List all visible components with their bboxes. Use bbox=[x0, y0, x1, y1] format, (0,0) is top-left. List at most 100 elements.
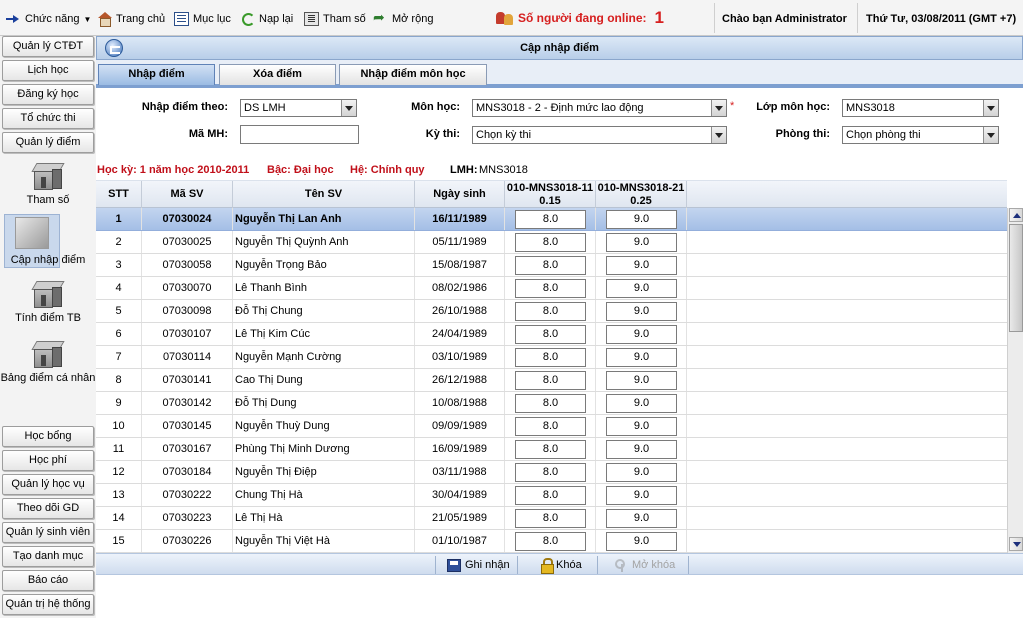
tab-nhap-diem-mon-hoc[interactable]: Nhập điểm môn học bbox=[339, 64, 487, 85]
score-input[interactable]: 9.0 bbox=[606, 440, 677, 459]
score-input[interactable]: 8.0 bbox=[515, 348, 586, 367]
save-button[interactable]: Ghi nhận bbox=[447, 556, 510, 574]
score-input[interactable]: 9.0 bbox=[606, 302, 677, 321]
score-input[interactable]: 8.0 bbox=[515, 210, 586, 229]
score-input[interactable]: 9.0 bbox=[606, 417, 677, 436]
tab-xoa-diem[interactable]: Xóa điểm bbox=[219, 64, 336, 85]
sidebar-item-hoc-phi[interactable]: Học phí bbox=[2, 450, 94, 471]
score-input[interactable]: 9.0 bbox=[606, 348, 677, 367]
nav-bang-diem-ca-nhan[interactable]: Bảng điểm cá nhân bbox=[0, 338, 96, 400]
table-row[interactable]: 7 07030114 Nguyễn Mạnh Cường 03/10/1989 8.0 9… bbox=[96, 346, 1007, 369]
sidebar-item-quan-tri-he-thong[interactable]: Quản trị hệ thống bbox=[2, 594, 94, 615]
scroll-down-icon[interactable] bbox=[1009, 537, 1023, 551]
cell-stt: 1 bbox=[96, 208, 142, 230]
table-row[interactable]: 13 07030222 Chung Thị Hà 30/04/1989 8.0 9.0 bbox=[96, 484, 1007, 507]
table-row[interactable]: 8 07030141 Cao Thị Dung 26/12/1988 8.0 9.0 bbox=[96, 369, 1007, 392]
score-input[interactable]: 8.0 bbox=[515, 417, 586, 436]
score-input[interactable]: 8.0 bbox=[515, 371, 586, 390]
sidebar-item-tao-danh-muc[interactable]: Tạo danh mục bbox=[2, 546, 94, 567]
scroll-up-icon[interactable] bbox=[1009, 208, 1023, 222]
home-icon bbox=[97, 12, 112, 27]
score-input[interactable]: 9.0 bbox=[606, 256, 677, 275]
sidebar-item-theo-doi-gd[interactable]: Theo dõi GD bbox=[2, 498, 94, 519]
score-input[interactable]: 8.0 bbox=[515, 440, 586, 459]
score-input[interactable]: 8.0 bbox=[515, 509, 586, 528]
vertical-scrollbar[interactable] bbox=[1007, 208, 1023, 553]
expand-button[interactable]: Mở rộng bbox=[373, 9, 433, 27]
nhap-diem-theo-select[interactable]: DS LMH bbox=[240, 99, 357, 117]
table-row[interactable]: 6 07030107 Lê Thị Kim Cúc 24/04/1989 8.0 9.0 bbox=[96, 323, 1007, 346]
lock-button[interactable]: Khóa bbox=[541, 556, 582, 574]
col-diem-2[interactable]: 010-MNS3018-21 0.25 bbox=[596, 181, 687, 208]
table-row[interactable]: 11 07030167 Phùng Thị Minh Dương 16/09/1989… bbox=[96, 438, 1007, 461]
nav-tham-so[interactable]: Tham số bbox=[0, 160, 96, 208]
nav-tinh-diem-tb[interactable]: Tính điểm TB bbox=[0, 278, 96, 326]
score-input[interactable]: 8.0 bbox=[515, 325, 586, 344]
score-input[interactable]: 8.0 bbox=[515, 394, 586, 413]
score-input[interactable]: 8.0 bbox=[515, 532, 586, 551]
score-input[interactable]: 9.0 bbox=[606, 532, 677, 551]
score-input[interactable]: 9.0 bbox=[606, 486, 677, 505]
score-input[interactable]: 8.0 bbox=[515, 486, 586, 505]
score-input[interactable]: 8.0 bbox=[515, 463, 586, 482]
nav-cap-nhap-diem-caption[interactable]: Cập nhập điểm bbox=[0, 254, 96, 268]
score-input[interactable]: 9.0 bbox=[606, 371, 677, 390]
back-circle-icon[interactable] bbox=[105, 39, 123, 57]
cell-diem-2: 9.0 bbox=[596, 392, 687, 414]
sidebar-item-lich-hoc[interactable]: Lịch học bbox=[2, 60, 94, 81]
ky-thi-select[interactable]: Chọn kỳ thi bbox=[472, 126, 727, 144]
col-diem-1[interactable]: 010-MNS3018-11 0.15 bbox=[505, 181, 596, 208]
table-row[interactable]: 1 07030024 Nguyễn Thị Lan Anh 16/11/1989 8.0… bbox=[96, 208, 1007, 231]
sidebar-item-hoc-bong[interactable]: Học bổng bbox=[2, 426, 94, 447]
score-input[interactable]: 9.0 bbox=[606, 394, 677, 413]
table-row[interactable]: 2 07030025 Nguyễn Thị Quỳnh Anh 05/11/1989 8… bbox=[96, 231, 1007, 254]
toc-button[interactable]: Mục lục bbox=[174, 11, 231, 27]
sidebar-item-dang-ky-hoc[interactable]: Đăng ký học bbox=[2, 84, 94, 105]
menu-button[interactable]: Chức năng ▼ bbox=[6, 11, 91, 27]
phong-thi-select[interactable]: Chọn phòng thi bbox=[842, 126, 999, 144]
score-input[interactable]: 9.0 bbox=[606, 210, 677, 229]
table-row[interactable]: 9 07030142 Đỗ Thị Dung 10/08/1988 8.0 9.0 bbox=[96, 392, 1007, 415]
col-ngay-sinh[interactable]: Ngày sinh bbox=[415, 181, 505, 208]
mon-hoc-value: MNS3018 - 2 - Định mức lao động bbox=[476, 102, 644, 114]
table-row[interactable]: 5 07030098 Đỗ Thị Chung 26/10/1988 8.0 9.0 bbox=[96, 300, 1007, 323]
ma-mh-input[interactable] bbox=[240, 125, 359, 144]
sidebar-item-quan-ly-ctdt[interactable]: Quản lý CTĐT bbox=[2, 36, 94, 57]
table-row[interactable]: 3 07030058 Nguyễn Trọng Bảo 15/08/1987 8.0 9.… bbox=[96, 254, 1007, 277]
sidebar-item-quan-ly-diem[interactable]: Quản lý điểm bbox=[2, 132, 94, 153]
cell-diem-1: 8.0 bbox=[505, 530, 596, 552]
score-input[interactable]: 8.0 bbox=[515, 256, 586, 275]
params-button[interactable]: Tham số bbox=[304, 11, 366, 27]
table-row[interactable]: 10 07030145 Nguyễn Thuỳ Dung 09/09/1989 8.0 9… bbox=[96, 415, 1007, 438]
lop-mon-hoc-select[interactable]: MNS3018 bbox=[842, 99, 999, 117]
sidebar-item-bao-cao[interactable]: Báo cáo bbox=[2, 570, 94, 591]
lop-mon-hoc-value: MNS3018 bbox=[846, 102, 895, 114]
scroll-thumb[interactable] bbox=[1009, 224, 1023, 332]
reload-button[interactable]: Nạp lại bbox=[242, 11, 293, 27]
unlock-button[interactable]: Mở khóa bbox=[614, 556, 675, 574]
sidebar-item-to-chuc-thi[interactable]: Tổ chức thi bbox=[2, 108, 94, 129]
sidebar-item-quan-ly-hoc-vu[interactable]: Quản lý học vụ bbox=[2, 474, 94, 495]
score-input[interactable]: 9.0 bbox=[606, 463, 677, 482]
table-row[interactable]: 12 07030184 Nguyễn Thị Điệp 03/11/1988 8.0 9.… bbox=[96, 461, 1007, 484]
score-input[interactable]: 8.0 bbox=[515, 279, 586, 298]
col-ten-sv[interactable]: Tên SV bbox=[233, 181, 415, 208]
table-row[interactable]: 14 07030223 Lê Thị Hà 21/05/1989 8.0 9.0 bbox=[96, 507, 1007, 530]
score-input[interactable]: 8.0 bbox=[515, 233, 586, 252]
home-button[interactable]: Trang chủ bbox=[97, 11, 165, 27]
sidebar-item-quan-ly-sinh-vien[interactable]: Quản lý sinh viên bbox=[2, 522, 94, 543]
tab-nhap-diem[interactable]: Nhập điểm bbox=[98, 64, 215, 85]
score-input[interactable]: 8.0 bbox=[515, 302, 586, 321]
grid-body: 1 07030024 Nguyễn Thị Lan Anh 16/11/1989 8.0… bbox=[96, 208, 1007, 553]
cube-icon bbox=[31, 160, 65, 192]
score-input[interactable]: 9.0 bbox=[606, 279, 677, 298]
table-row[interactable]: 4 07030070 Lê Thanh Bình 08/02/1986 8.0 9.0 bbox=[96, 277, 1007, 300]
score-input[interactable]: 9.0 bbox=[606, 509, 677, 528]
save-label: Ghi nhận bbox=[465, 559, 510, 571]
score-input[interactable]: 9.0 bbox=[606, 325, 677, 344]
table-row[interactable]: 15 07030226 Nguyễn Thị Việt Hà 01/10/1987 8.… bbox=[96, 530, 1007, 553]
col-stt[interactable]: STT bbox=[96, 181, 142, 208]
score-input[interactable]: 9.0 bbox=[606, 233, 677, 252]
col-ma-sv[interactable]: Mã SV bbox=[142, 181, 233, 208]
mon-hoc-select[interactable]: MNS3018 - 2 - Định mức lao động bbox=[472, 99, 727, 117]
